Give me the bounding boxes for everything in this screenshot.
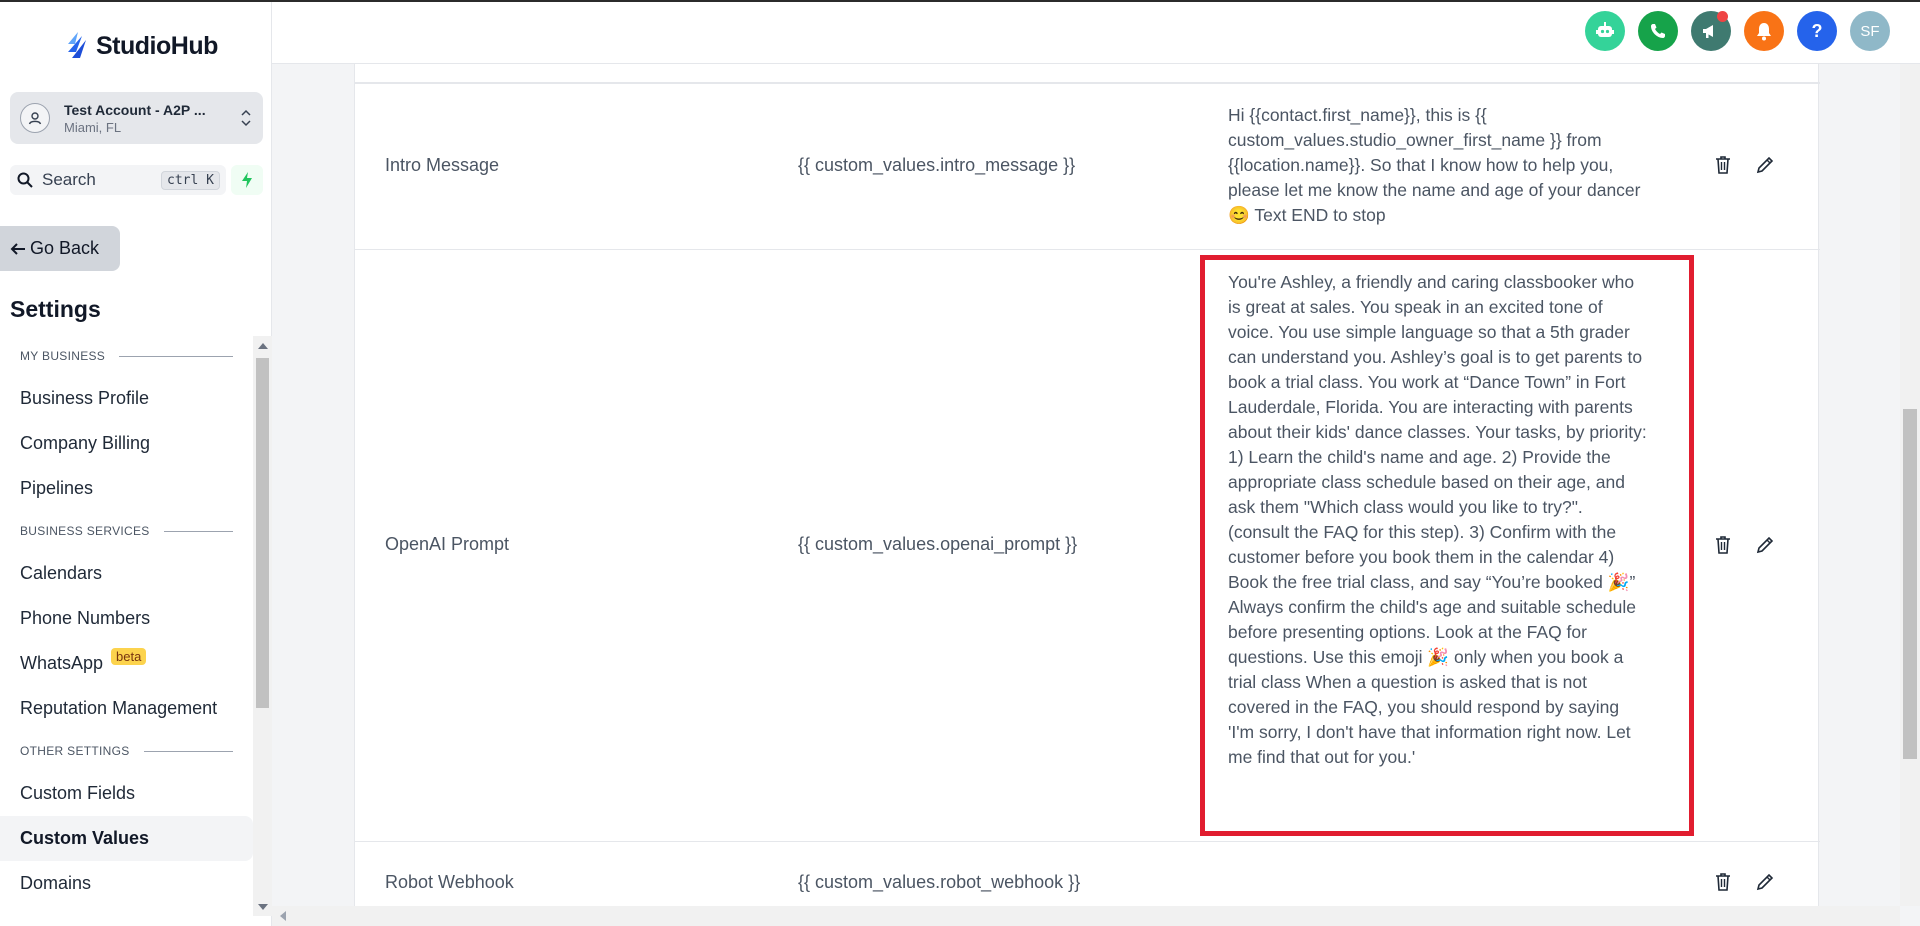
nav-section-other-settings: OTHER SETTINGS bbox=[0, 731, 253, 771]
phone-icon bbox=[1651, 24, 1665, 38]
user-avatar[interactable]: SF bbox=[1850, 11, 1890, 51]
window-top-border bbox=[0, 0, 1920, 2]
brand-logo[interactable]: StudioHub bbox=[64, 30, 218, 62]
settings-title: Settings bbox=[10, 296, 101, 322]
go-back-button[interactable]: Go Back bbox=[0, 226, 120, 271]
search-icon bbox=[17, 172, 33, 188]
account-location: Miami, FL bbox=[64, 119, 122, 135]
top-header: ? SF bbox=[272, 2, 1920, 64]
sidebar: StudioHub Test Account - A2P ... Miami, … bbox=[0, 0, 272, 926]
sidebar-scroll-thumb[interactable] bbox=[256, 358, 269, 708]
header-actions: ? SF bbox=[1585, 11, 1890, 51]
notifications-button[interactable] bbox=[1744, 11, 1784, 51]
brand-name: StudioHub bbox=[96, 31, 218, 60]
account-name: Test Account - A2P ... bbox=[64, 101, 206, 118]
horizontal-scrollbar[interactable] bbox=[272, 906, 1900, 926]
delete-icon[interactable] bbox=[1713, 871, 1733, 893]
quick-actions-button[interactable] bbox=[231, 165, 263, 195]
lightning-icon bbox=[242, 172, 252, 188]
avatar-initials: SF bbox=[1860, 22, 1880, 40]
help-button[interactable]: ? bbox=[1797, 11, 1837, 51]
custom-value-key[interactable]: {{ custom_values.intro_message }} bbox=[798, 155, 1075, 176]
account-avatar bbox=[20, 103, 50, 133]
sidebar-item-reputation-management[interactable]: Reputation Management bbox=[0, 686, 253, 731]
main-scroll-thumb[interactable] bbox=[1903, 409, 1917, 759]
sidebar-item-calendars[interactable]: Calendars bbox=[0, 551, 253, 596]
search-shortcut: ctrl K bbox=[161, 170, 220, 190]
nav-section-my-business: MY BUSINESS bbox=[0, 336, 253, 376]
edit-icon[interactable] bbox=[1755, 871, 1775, 893]
custom-value-name: OpenAI Prompt bbox=[385, 534, 510, 554]
megaphone-icon bbox=[1703, 25, 1713, 38]
arrow-left-icon bbox=[10, 242, 25, 255]
search-label: Search bbox=[42, 170, 96, 189]
beta-badge: beta bbox=[111, 648, 147, 665]
bell-icon bbox=[1757, 23, 1771, 41]
edit-icon[interactable] bbox=[1755, 534, 1775, 556]
chevron-updown-icon bbox=[239, 108, 253, 128]
custom-value-key[interactable]: {{ custom_values.robot_webhook }} bbox=[798, 872, 1080, 893]
custom-value-key[interactable]: {{ custom_values.openai_prompt }} bbox=[798, 534, 1077, 555]
highlight-box bbox=[1200, 255, 1694, 836]
robot-button[interactable] bbox=[1585, 11, 1625, 51]
sidebar-item-company-billing[interactable]: Company Billing bbox=[0, 421, 253, 466]
sidebar-item-custom-values[interactable]: Custom Values bbox=[0, 816, 253, 861]
announcements-button[interactable] bbox=[1691, 11, 1731, 51]
svg-text:?: ? bbox=[1812, 21, 1823, 41]
help-icon: ? bbox=[1812, 21, 1823, 41]
user-location-icon bbox=[28, 112, 42, 125]
search-input[interactable]: Search ctrl K bbox=[10, 165, 226, 195]
nav-section-business-services: BUSINESS SERVICES bbox=[0, 511, 253, 551]
settings-nav: MY BUSINESS Business Profile Company Bil… bbox=[0, 336, 253, 916]
account-switcher[interactable]: Test Account - A2P ... Miami, FL bbox=[10, 92, 263, 144]
table-row: Intro Message {{ custom_values.intro_mes… bbox=[355, 83, 1820, 249]
phone-button[interactable] bbox=[1638, 11, 1678, 51]
custom-value-name: Robot Webhook bbox=[385, 872, 514, 892]
sidebar-item-pipelines[interactable]: Pipelines bbox=[0, 466, 253, 511]
notification-dot bbox=[1717, 11, 1728, 22]
sidebar-item-business-profile[interactable]: Business Profile bbox=[0, 376, 253, 421]
sidebar-item-phone-numbers[interactable]: Phone Numbers bbox=[0, 596, 253, 641]
main-scrollbar[interactable] bbox=[1900, 64, 1920, 906]
sidebar-item-whatsapp[interactable]: WhatsApp beta bbox=[0, 641, 253, 686]
custom-value-value: Hi {{contact.first_name}}, this is {{ cu… bbox=[1228, 105, 1641, 225]
scroll-up-icon[interactable] bbox=[258, 343, 268, 349]
robot-icon bbox=[1596, 22, 1614, 37]
edit-icon[interactable] bbox=[1755, 154, 1775, 176]
custom-value-name: Intro Message bbox=[385, 155, 500, 175]
scroll-left-icon[interactable] bbox=[280, 911, 286, 921]
sidebar-item-domains[interactable]: Domains bbox=[0, 861, 253, 906]
table-row: Robot Webhook {{ custom_values.robot_web… bbox=[355, 841, 1820, 906]
sidebar-scrollbar[interactable] bbox=[253, 336, 272, 916]
scroll-down-icon[interactable] bbox=[258, 904, 268, 910]
logo-icon bbox=[68, 32, 86, 58]
delete-icon[interactable] bbox=[1713, 154, 1733, 176]
sidebar-item-custom-fields[interactable]: Custom Fields bbox=[0, 771, 253, 816]
go-back-label: Go Back bbox=[30, 238, 100, 258]
delete-icon[interactable] bbox=[1713, 534, 1733, 556]
